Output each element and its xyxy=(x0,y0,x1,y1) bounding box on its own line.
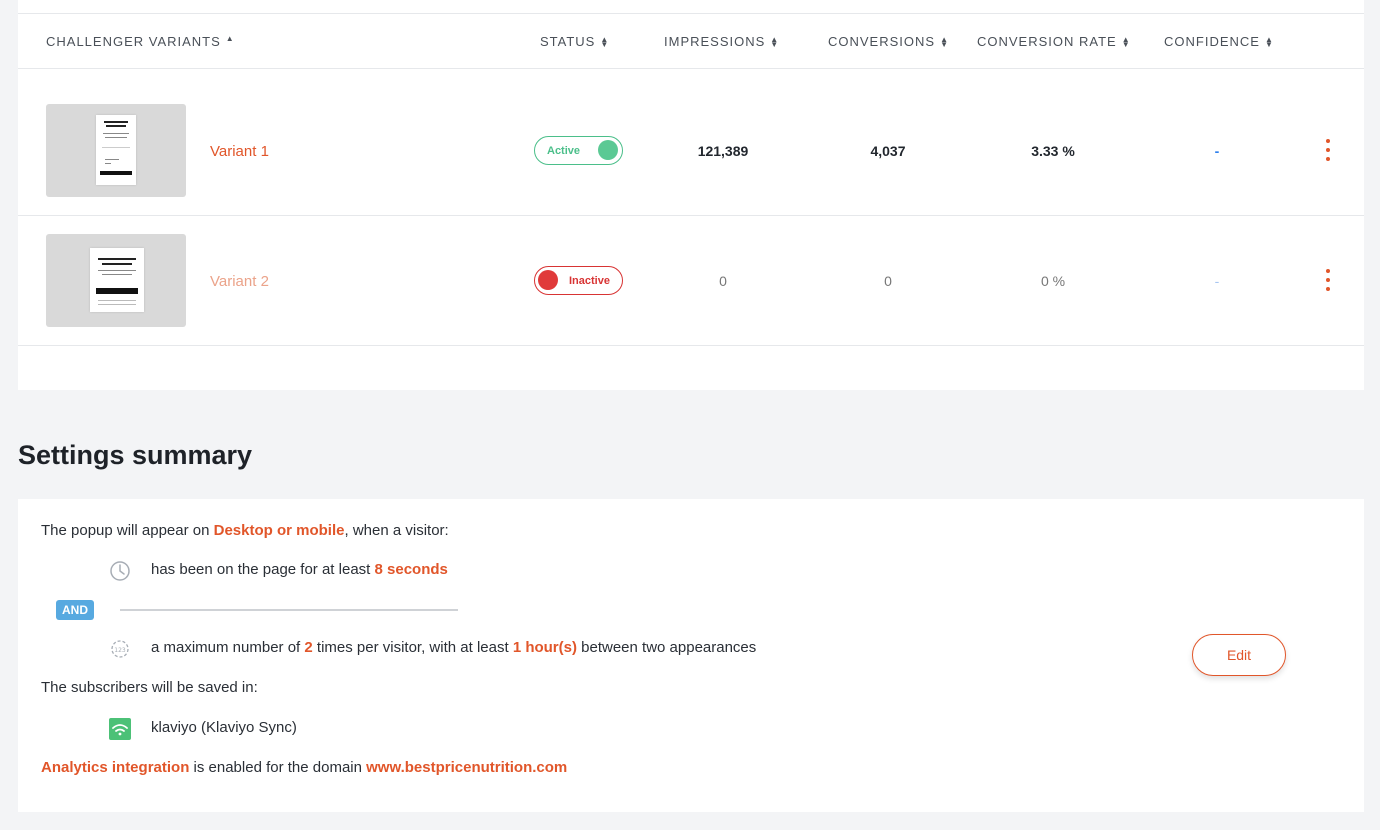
sort-both-icon: ▲ ▼ xyxy=(1264,34,1274,49)
variants-table: CHALLENGER VARIANTS ▲ STATUS ▲ ▼ IMPRESSI… xyxy=(18,0,1364,390)
time-value: 8 seconds xyxy=(374,561,448,578)
sort-asc-icon: ▲ xyxy=(225,34,235,43)
sort-both-icon: ▲ ▼ xyxy=(1121,34,1131,49)
column-header-confidence[interactable]: CONFIDENCE ▲ ▼ xyxy=(1164,14,1274,69)
confidence-value: - xyxy=(1214,273,1220,289)
toggle-knob xyxy=(538,270,558,290)
device-value: Desktop or mobile xyxy=(213,522,345,539)
variant-name-link[interactable]: Variant 1 xyxy=(210,86,269,216)
analytics-integration-link[interactable]: Analytics integration xyxy=(41,759,189,776)
variant-thumbnail[interactable] xyxy=(46,234,186,327)
status-toggle[interactable]: Inactive xyxy=(534,266,623,295)
column-header-challenger-variants[interactable]: CHALLENGER VARIANTS ▲ xyxy=(46,14,235,69)
frequency-interval: 1 hour(s) xyxy=(512,639,577,656)
table-row: Variant 1 Active 121,389 4,037 3.33 % - xyxy=(18,86,1364,216)
edit-button[interactable]: Edit xyxy=(1192,634,1286,676)
table-row: Variant 2 Inactive 0 0 0 % - xyxy=(18,216,1364,346)
impressions-value: 121,389 xyxy=(697,143,749,159)
frequency-count: 2 xyxy=(304,639,313,656)
toggle-knob xyxy=(598,140,618,160)
status-toggle[interactable]: Active xyxy=(534,136,623,165)
column-header-status[interactable]: STATUS ▲ ▼ xyxy=(540,14,609,69)
conversion-rate-value: 0 % xyxy=(1040,273,1066,289)
column-header-conversion-rate[interactable]: CONVERSION RATE ▲ ▼ xyxy=(977,14,1131,69)
integration-name: klaviyo (Klaviyo Sync) xyxy=(151,719,297,736)
confidence-value: - xyxy=(1214,143,1220,159)
time-condition: has been on the page for at least 8 seco… xyxy=(151,561,448,578)
sort-both-icon: ▲ ▼ xyxy=(770,34,780,49)
settings-summary-title: Settings summary xyxy=(18,440,253,470)
variant-name-link[interactable]: Variant 2 xyxy=(210,216,269,346)
conversion-rate-value: 3.33 % xyxy=(1031,143,1075,159)
kebab-menu-icon[interactable] xyxy=(1320,139,1336,161)
klaviyo-icon xyxy=(109,718,131,740)
table-header: CHALLENGER VARIANTS ▲ STATUS ▲ ▼ IMPRESSI… xyxy=(18,14,1364,69)
column-header-conversions[interactable]: CONVERSIONS ▲ ▼ xyxy=(828,14,949,69)
conversions-value: 4,037 xyxy=(870,143,906,159)
domain-link[interactable]: www.bestpricenutrition.com xyxy=(366,759,567,776)
subscribers-text: The subscribers will be saved in: xyxy=(41,679,258,696)
conversions-value: 0 xyxy=(884,273,892,289)
sort-both-icon: ▲ ▼ xyxy=(940,34,949,49)
frequency-counter-icon: 123 xyxy=(109,638,131,660)
divider xyxy=(120,609,458,611)
column-header-impressions[interactable]: IMPRESSIONS ▲ ▼ xyxy=(664,14,779,69)
frequency-condition: a maximum number of 2 times per visitor,… xyxy=(151,639,757,656)
impressions-value: 0 xyxy=(719,273,727,289)
variant-thumbnail[interactable] xyxy=(46,104,186,197)
sort-both-icon: ▲ ▼ xyxy=(600,34,610,49)
and-badge: AND xyxy=(56,600,94,620)
settings-summary-card: The popup will appear on Desktop or mobi… xyxy=(18,499,1364,812)
analytics-sentence: Analytics integration is enabled for the… xyxy=(41,759,568,776)
clock-icon xyxy=(109,560,131,582)
appear-sentence: The popup will appear on Desktop or mobi… xyxy=(41,522,449,539)
kebab-menu-icon[interactable] xyxy=(1320,269,1336,291)
svg-text:123: 123 xyxy=(114,647,126,654)
